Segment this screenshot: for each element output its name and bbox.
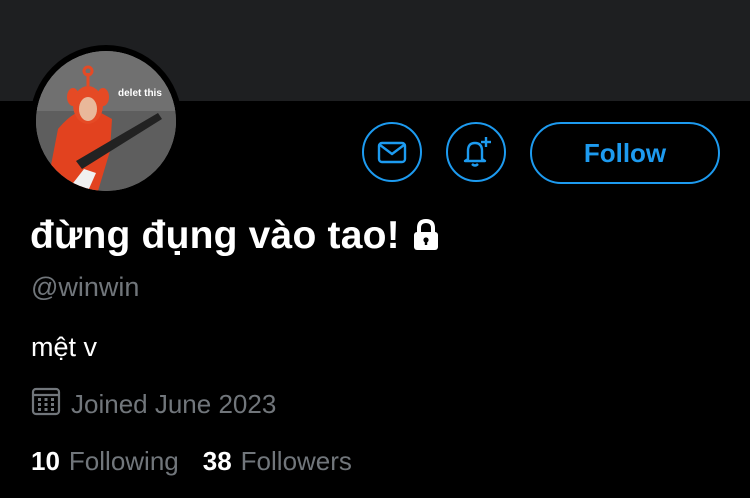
user-handle: @winwin — [31, 272, 140, 302]
avatar-image: delet this — [36, 51, 176, 191]
followers-label: Followers — [240, 446, 352, 476]
profile-bio: mệt v — [31, 332, 98, 362]
following-count: 10 — [31, 446, 60, 476]
join-date-row: Joined June 2023 — [31, 386, 276, 423]
followers-count: 38 — [202, 446, 232, 476]
following-label: Following — [68, 446, 179, 476]
avatar[interactable]: delet this — [36, 51, 176, 191]
lock-icon — [410, 218, 442, 257]
display-name: đừng đụng vào tao! — [30, 214, 400, 257]
calendar-icon — [31, 386, 61, 423]
following-link[interactable]: 10 Following — [31, 446, 179, 477]
avatar-caption-text: delet this — [118, 88, 162, 99]
message-button[interactable] — [362, 122, 422, 182]
notifications-button[interactable] — [446, 122, 506, 182]
follow-button[interactable]: Follow — [530, 122, 720, 184]
profile-name-row: đừng đụng vào tao! — [30, 214, 442, 258]
envelope-icon — [377, 141, 407, 164]
bell-plus-icon — [463, 137, 491, 167]
join-date-text: Joined June 2023 — [71, 389, 277, 419]
profile-stats: 10 Following 38 Followers — [31, 446, 376, 477]
followers-link[interactable]: 38 Followers — [203, 446, 352, 477]
